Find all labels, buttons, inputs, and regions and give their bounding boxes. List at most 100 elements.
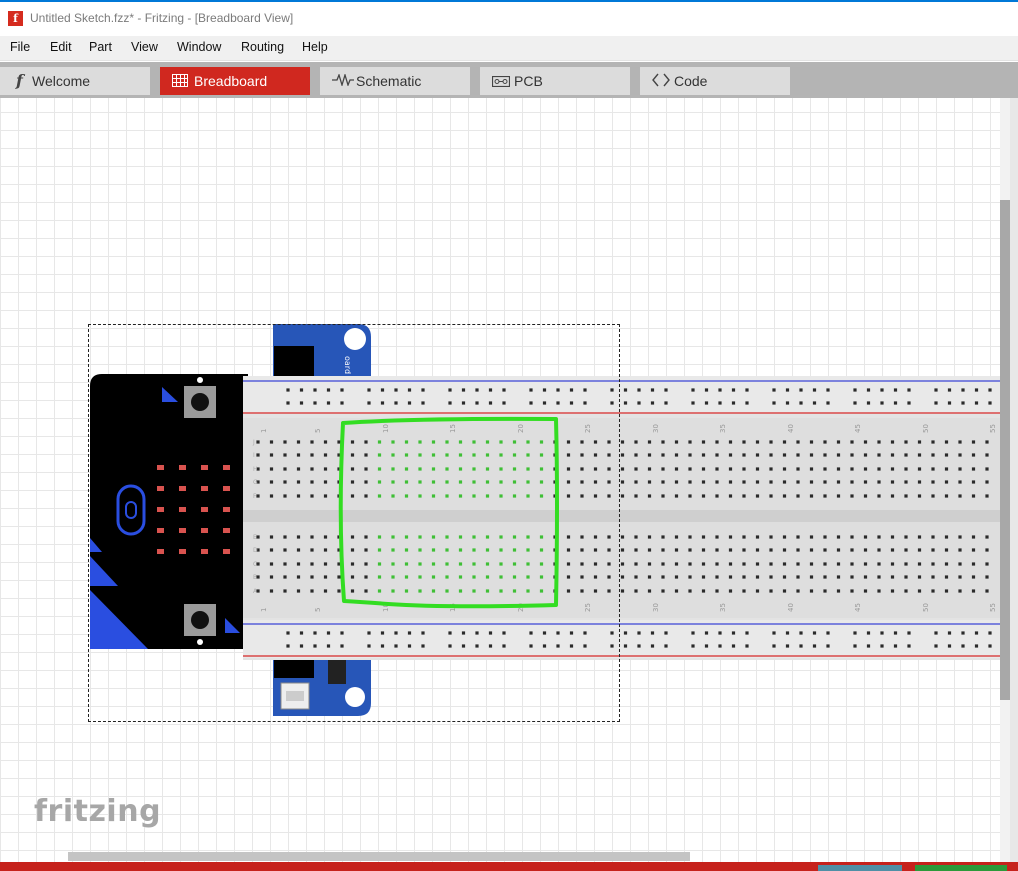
breadboard-hole[interactable] xyxy=(893,401,898,405)
breadboard-hole[interactable] xyxy=(647,548,652,552)
breadboard-hole[interactable] xyxy=(809,562,814,566)
breadboard-hole[interactable] xyxy=(931,467,935,471)
breadboard-hole[interactable] xyxy=(769,480,773,484)
breadboard-hole[interactable] xyxy=(704,388,709,392)
breadboard-hole[interactable] xyxy=(907,401,911,405)
breadboard-hole[interactable] xyxy=(647,589,652,593)
routing-status-button[interactable] xyxy=(915,865,1007,871)
breadboard-hole[interactable] xyxy=(623,388,628,392)
breadboard-hole[interactable] xyxy=(985,548,989,552)
breadboard-hole[interactable] xyxy=(863,535,868,539)
breadboard-hole[interactable] xyxy=(850,480,854,484)
breadboard-hole[interactable] xyxy=(715,589,719,593)
horizontal-scrollbar-thumb[interactable] xyxy=(68,852,690,861)
breadboard-hole[interactable] xyxy=(809,535,814,539)
breadboard-hole[interactable] xyxy=(917,467,922,471)
breadboard-hole[interactable] xyxy=(742,480,746,484)
breadboard-hole[interactable] xyxy=(620,575,625,579)
breadboard-hole[interactable] xyxy=(958,467,962,471)
breadboard-hole[interactable] xyxy=(958,535,962,539)
breadboard-hole[interactable] xyxy=(823,453,827,457)
breadboard-hole[interactable] xyxy=(755,453,760,457)
breadboard-hole[interactable] xyxy=(647,440,652,444)
breadboard-hole[interactable] xyxy=(947,401,952,405)
breadboard-hole[interactable] xyxy=(691,631,695,635)
breadboard-hole[interactable] xyxy=(823,480,827,484)
breadboard-hole[interactable] xyxy=(850,575,854,579)
breadboard-hole[interactable] xyxy=(701,575,706,579)
breadboard-hole[interactable] xyxy=(809,589,814,593)
breadboard-hole[interactable] xyxy=(769,535,773,539)
breadboard-hole[interactable] xyxy=(718,644,722,648)
breadboard-hole[interactable] xyxy=(974,644,979,648)
breadboard-hole[interactable] xyxy=(634,494,638,498)
breadboard-hole[interactable] xyxy=(971,562,976,566)
breadboard-hole[interactable] xyxy=(647,562,652,566)
breadboard-hole[interactable] xyxy=(944,480,949,484)
breadboard-hole[interactable] xyxy=(647,535,652,539)
breadboard-hole[interactable] xyxy=(890,480,895,484)
breadboard-hole[interactable] xyxy=(985,453,989,457)
breadboard-hole[interactable] xyxy=(904,535,908,539)
breadboard-hole[interactable] xyxy=(796,453,800,457)
breadboard-hole[interactable] xyxy=(836,535,841,539)
breadboard-hole[interactable] xyxy=(796,480,800,484)
breadboard-hole[interactable] xyxy=(907,644,911,648)
breadboard-hole[interactable] xyxy=(769,453,773,457)
breadboard-hole[interactable] xyxy=(637,644,641,648)
breadboard-hole[interactable] xyxy=(877,467,881,471)
breadboard-hole[interactable] xyxy=(782,480,787,484)
breadboard-hole[interactable] xyxy=(961,388,965,392)
breadboard-hole[interactable] xyxy=(769,589,773,593)
breadboard-hole[interactable] xyxy=(742,467,746,471)
breadboard-hole[interactable] xyxy=(691,388,695,392)
breadboard-hole[interactable] xyxy=(647,480,652,484)
breadboard-hole[interactable] xyxy=(958,494,962,498)
breadboard-hole[interactable] xyxy=(755,548,760,552)
breadboard-hole[interactable] xyxy=(931,562,935,566)
breadboard-hole[interactable] xyxy=(826,401,830,405)
breadboard-hole[interactable] xyxy=(701,562,706,566)
breadboard-hole[interactable] xyxy=(634,440,638,444)
breadboard-hole[interactable] xyxy=(755,440,760,444)
breadboard-hole[interactable] xyxy=(718,631,722,635)
breadboard-hole[interactable] xyxy=(715,467,719,471)
breadboard-hole[interactable] xyxy=(688,535,692,539)
breadboard-hole[interactable] xyxy=(701,453,706,457)
breadboard-hole[interactable] xyxy=(715,535,719,539)
breadboard-hole[interactable] xyxy=(731,401,736,405)
breadboard-hole[interactable] xyxy=(904,440,908,444)
breadboard-hole[interactable] xyxy=(988,631,992,635)
breadboard-hole[interactable] xyxy=(769,440,773,444)
breadboard-hole[interactable] xyxy=(917,548,922,552)
breadboard-hole[interactable] xyxy=(958,440,962,444)
breadboard-hole[interactable] xyxy=(728,575,733,579)
breadboard-hole[interactable] xyxy=(674,575,679,579)
breadboard-hole[interactable] xyxy=(809,440,814,444)
breadboard-hole[interactable] xyxy=(782,548,787,552)
breadboard-hole[interactable] xyxy=(688,453,692,457)
breadboard-hole[interactable] xyxy=(877,575,881,579)
breadboard-hole[interactable] xyxy=(688,494,692,498)
breadboard-hole[interactable] xyxy=(890,467,895,471)
breadboard-hole[interactable] xyxy=(799,401,803,405)
breadboard-hole[interactable] xyxy=(745,388,749,392)
breadboard-hole[interactable] xyxy=(931,575,935,579)
breadboard-hole[interactable] xyxy=(823,494,827,498)
breadboard-hole[interactable] xyxy=(917,535,922,539)
breadboard-hole[interactable] xyxy=(634,480,638,484)
breadboard-hole[interactable] xyxy=(647,467,652,471)
breadboard-hole[interactable] xyxy=(718,388,722,392)
tab-welcome[interactable]: f Welcome xyxy=(0,67,150,95)
breadboard-hole[interactable] xyxy=(931,453,935,457)
breadboard-hole[interactable] xyxy=(742,562,746,566)
breadboard-hole[interactable] xyxy=(907,388,911,392)
breadboard-hole[interactable] xyxy=(664,631,668,635)
breadboard-hole[interactable] xyxy=(796,494,800,498)
breadboard-hole[interactable] xyxy=(650,388,655,392)
breadboard-hole[interactable] xyxy=(890,494,895,498)
breadboard-hole[interactable] xyxy=(782,562,787,566)
breadboard-hole[interactable] xyxy=(785,388,790,392)
breadboard-hole[interactable] xyxy=(971,575,976,579)
breadboard-hole[interactable] xyxy=(701,480,706,484)
